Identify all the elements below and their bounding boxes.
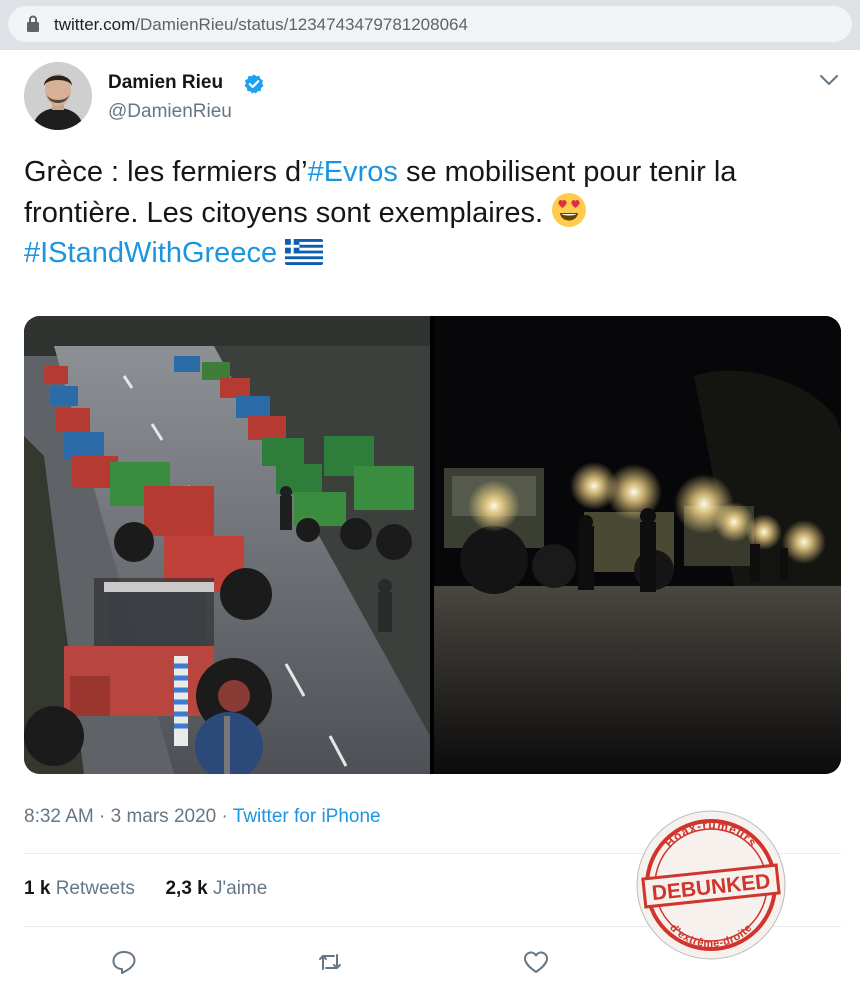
- tractors-night-photo[interactable]: [434, 316, 841, 774]
- url-host: twitter.com: [54, 15, 136, 34]
- tweet-source-link[interactable]: Twitter for iPhone: [233, 806, 381, 827]
- meta-separator: ·: [93, 806, 111, 827]
- tweet-text: Grèce : les fermiers d’#Evros se mobilis…: [24, 152, 844, 273]
- likes-label: J'aime: [207, 878, 268, 899]
- engagement-stats: 1 k Retweets 2,3 k J'aime: [24, 878, 267, 900]
- tweet-media: [24, 316, 841, 774]
- tweet-text-part: Grèce : les fermiers d’: [24, 156, 308, 188]
- debunked-stamp-icon: Hoax-rumeurs DEBUNKED d'extrême-droite: [636, 810, 786, 960]
- author-display-name[interactable]: Damien Rieu: [108, 72, 223, 94]
- url-text: twitter.com/DamienRieu/status/1234743479…: [54, 15, 468, 35]
- lock-icon: [27, 15, 39, 32]
- tweet-date[interactable]: 3 mars 2020: [111, 806, 217, 827]
- tweet-timestamp: 8:32 AM · 3 mars 2020 · Twitter for iPho…: [24, 806, 381, 828]
- url-field[interactable]: twitter.com/DamienRieu/status/1234743479…: [8, 6, 852, 42]
- likes-stat[interactable]: 2,3 k J'aime: [165, 878, 267, 899]
- url-path: /DamienRieu/status/1234743479781208064: [135, 15, 468, 34]
- greek-flag-icon: [285, 236, 324, 265]
- like-heart-icon[interactable]: [522, 948, 550, 976]
- retweets-stat[interactable]: 1 k Retweets: [24, 878, 135, 899]
- chevron-down-icon[interactable]: [818, 72, 840, 88]
- author-handle[interactable]: @DamienRieu: [108, 101, 232, 123]
- verified-badge-icon: [244, 74, 264, 94]
- browser-address-bar: twitter.com/DamienRieu/status/1234743479…: [0, 0, 860, 50]
- tractors-daytime-photo[interactable]: [24, 316, 430, 774]
- avatar[interactable]: [24, 62, 92, 130]
- retweets-count: 1 k: [24, 878, 51, 899]
- reply-icon[interactable]: [110, 948, 138, 976]
- heart-eyes-emoji-icon: [551, 192, 587, 228]
- tweet-time[interactable]: 8:32 AM: [24, 806, 94, 827]
- retweet-icon[interactable]: [316, 948, 344, 976]
- likes-count: 2,3 k: [165, 878, 208, 899]
- meta-separator: ·: [216, 806, 233, 827]
- hashtag-link[interactable]: #Evros: [308, 156, 398, 188]
- retweets-label: Retweets: [50, 878, 135, 899]
- hashtag-link[interactable]: #IStandWithGreece: [24, 237, 277, 269]
- avatar-photo: [24, 62, 92, 130]
